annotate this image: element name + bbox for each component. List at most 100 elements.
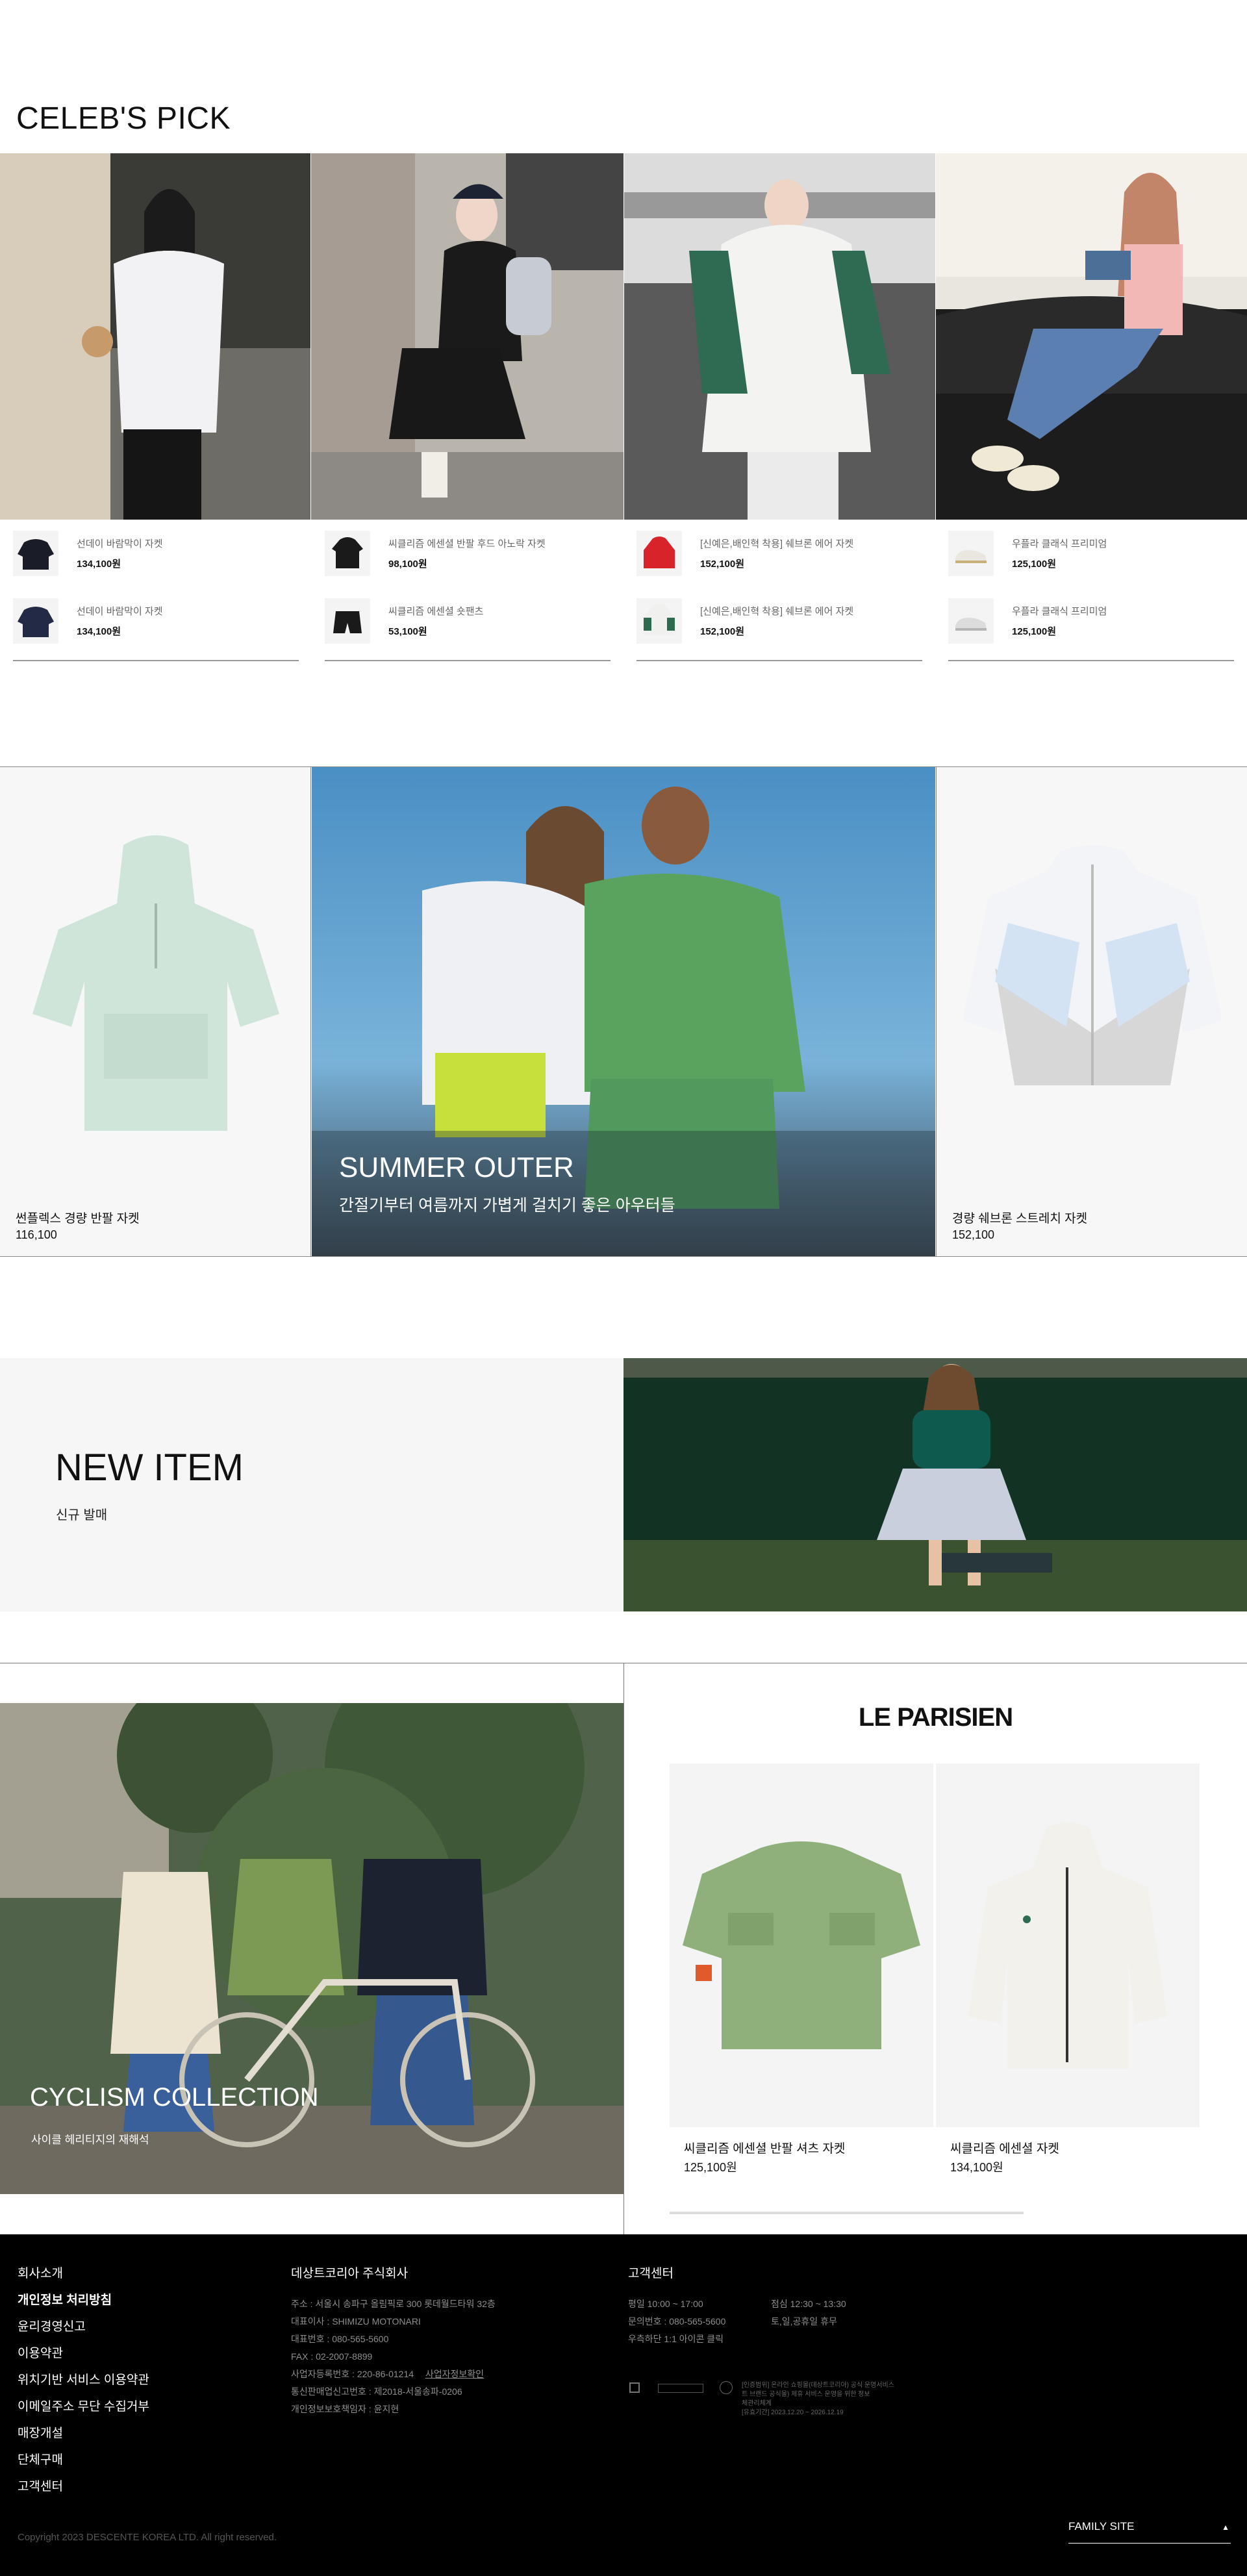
product-price: 125,100원 (1012, 626, 1057, 637)
le-parisien-product-2[interactable]: 씨클리즘 에센셜 자켓 134,100원 (936, 1763, 1200, 2174)
footer-links: 회사소개 개인정보 처리방침 윤리경영신고 이용약관 위치기반 서비스 이용약관… (18, 2264, 149, 2503)
product-thumbnail[interactable] (325, 531, 370, 576)
company-ceo: 대표이사 : SHIMIZU MOTONARI (291, 2316, 421, 2327)
footer-link-email-refusal[interactable]: 이메일주소 무단 수집거부 (18, 2397, 149, 2414)
celeb-product-item[interactable]: 씨클리즘 에센셜 반팔 후드 아노락 자켓 98,100원 (325, 520, 611, 587)
summer-hero-title: SUMMER OUTER (339, 1152, 574, 1183)
customer-service: 고객센터 평일 10:00 ~ 17:00 문의번호 : 080-565-560… (628, 2264, 846, 2348)
product-image[interactable] (962, 1822, 1174, 2069)
column-divider (325, 660, 611, 661)
company-biz-number: 사업자등록번호 : 220-86-01214 (291, 2369, 414, 2379)
product-thumbnail[interactable] (13, 531, 58, 576)
product-image[interactable] (956, 839, 1229, 1111)
celeb-product-item[interactable]: 우플라 클래식 프리미엄 125,100원 (948, 587, 1234, 655)
celeb-photo-3[interactable] (624, 153, 935, 520)
product-name[interactable]: [신예은,배인혁 착용] 쉐브론 에어 자켓 (700, 537, 853, 550)
cs-title: 고객센터 (628, 2267, 674, 2280)
celebs-pick-title: CELEB'S PICK (16, 101, 231, 136)
product-name[interactable]: 우플라 클래식 프리미엄 (1012, 604, 1107, 618)
cyclism-title: CYCLISM COLLECTION (30, 2083, 319, 2112)
company-phone: 대표번호 : 080-565-5600 (291, 2334, 389, 2344)
cert-line: [인증범위] 온라인 쇼핑몰(데상트코리아) 공식 운영서비스 (742, 2382, 894, 2389)
cert-line: [유효기간] 2023.12.20 ~ 2026.12.19 (742, 2409, 844, 2416)
company-privacy-officer: 개인정보보호책임자 : 윤지현 (291, 2404, 399, 2414)
summer-outer-section: 썬플렉스 경량 반팔 자켓 116,100 SUMMER OUTER 간절기부터 (0, 766, 1247, 1257)
product-thumbnail[interactable] (948, 598, 994, 644)
product-name[interactable]: 선데이 바람막이 자켓 (77, 604, 163, 618)
product-name[interactable]: 씨클리즘 에센셜 반팔 셔츠 자켓 (684, 2139, 845, 2156)
product-name[interactable]: 경량 쉐브론 스트레치 자켓 (952, 1209, 1087, 1226)
column-divider (948, 660, 1234, 661)
cs-lunch: 점심 12:30 ~ 13:30 (771, 2299, 846, 2309)
cert-line: 체관리체계 (742, 2400, 772, 2407)
summer-hero-banner[interactable]: SUMMER OUTER 간절기부터 여름까지 가볍게 걸치기 좋은 아우터들 (312, 767, 935, 1256)
celeb-product-item[interactable]: 선데이 바람막이 자켓 134,100원 (13, 520, 299, 587)
footer-link-store-open[interactable]: 매장개설 (18, 2423, 149, 2441)
product-name[interactable]: 썬플렉스 경량 반팔 자켓 (16, 1209, 140, 1226)
product-thumbnail[interactable] (13, 598, 58, 644)
celeb-product-item[interactable]: 씨클리즘 에센셜 숏팬츠 53,100원 (325, 587, 611, 655)
product-image[interactable] (26, 832, 286, 1131)
cyclism-subtitle: 사이클 헤리티지의 재해석 (31, 2134, 149, 2146)
celeb-products-col-3: [신예은,배인혁 착용] 쉐브론 에어 자켓 152,100원 [신예은,배인혁… (636, 520, 922, 661)
cs-hours: 평일 10:00 ~ 17:00 (628, 2299, 703, 2309)
product-name[interactable]: 씨클리즘 에센셜 자켓 (950, 2139, 1059, 2156)
family-site-label: FAMILY SITE (1068, 2520, 1135, 2532)
new-item-title: NEW ITEM (55, 1446, 244, 1489)
celeb-product-item[interactable]: 선데이 바람막이 자켓 134,100원 (13, 587, 299, 655)
celeb-photo-4[interactable] (936, 153, 1247, 520)
footer-link-customer-center[interactable]: 고객센터 (18, 2477, 149, 2494)
isms-mark-icon (720, 2381, 733, 2394)
company-name: 데상트코리아 주식회사 (291, 2267, 409, 2280)
product-name[interactable]: 씨클리즘 에센셜 반팔 후드 아노락 자켓 (388, 537, 546, 550)
summer-right-product[interactable]: 경량 쉐브론 스트레치 자켓 152,100 (936, 767, 1247, 1256)
product-name[interactable]: 선데이 바람막이 자켓 (77, 537, 163, 550)
isms-certification-text: [인증범위] 온라인 쇼핑몰(데상트코리아) 공식 운영서비스 트 브랜드 공식… (742, 2381, 894, 2418)
product-name[interactable]: [신예은,배인혁 착용] 쉐브론 에어 자켓 (700, 604, 853, 618)
celeb-product-item[interactable]: [신예은,배인혁 착용] 쉐브론 에어 자켓 152,100원 (636, 587, 922, 655)
column-divider (636, 660, 922, 661)
cyclism-image (0, 1703, 624, 2194)
biz-info-link[interactable]: 사업자정보확인 (425, 2369, 484, 2379)
new-item-image[interactable] (624, 1358, 1247, 1611)
certification-icon[interactable] (629, 2382, 640, 2393)
product-name[interactable]: 씨클리즘 에센셜 숏팬츠 (388, 604, 483, 618)
footer-link-location-terms[interactable]: 위치기반 서비스 이용약관 (18, 2370, 149, 2388)
footer-link-group-purchase[interactable]: 단체구매 (18, 2450, 149, 2468)
celeb-photo-1[interactable] (0, 153, 310, 520)
celeb-product-item[interactable]: [신예은,배인혁 착용] 쉐브론 에어 자켓 152,100원 (636, 520, 922, 587)
summer-left-product[interactable]: 썬플렉스 경량 반팔 자켓 116,100 (0, 767, 311, 1256)
footer-link-terms[interactable]: 이용약관 (18, 2343, 149, 2361)
product-image[interactable] (683, 1835, 920, 2056)
new-item-panel[interactable]: NEW ITEM 신규 발매 (0, 1358, 624, 1611)
family-site-select[interactable]: FAMILY SITE ▲ (1068, 2519, 1231, 2544)
le-parisien-product-1[interactable]: 씨클리즘 에센셜 반팔 셔츠 자켓 125,100원 (670, 1763, 933, 2174)
le-parisien-title: LE PARISIEN (858, 1703, 1013, 1732)
product-thumbnail[interactable] (636, 531, 682, 576)
product-price: 134,100원 (77, 626, 121, 637)
product-thumbnail[interactable] (948, 531, 994, 576)
product-thumbnail[interactable] (636, 598, 682, 644)
celeb-product-item[interactable]: 우플라 클래식 프리미엄 125,100원 (948, 520, 1234, 587)
product-price: 134,100원 (77, 559, 121, 570)
cyclism-banner[interactable]: CYCLISM COLLECTION 사이클 헤리티지의 재해석 (0, 1703, 624, 2194)
column-divider (13, 660, 299, 661)
footer-link-privacy[interactable]: 개인정보 처리방침 (18, 2290, 149, 2308)
company-ecommerce-number: 통신판매업신고번호 : 제2018-서울송파-0206 (291, 2386, 462, 2397)
celeb-photo-2[interactable] (311, 153, 624, 520)
product-price: 98,100원 (388, 559, 427, 570)
cs-closed: 토,일,공휴일 휴무 (771, 2316, 837, 2327)
carousel-progress[interactable] (670, 2212, 1024, 2214)
cert-line: 트 브랜드 공식몰) 제휴 서비스 운영을 위한 정보 (742, 2391, 870, 2398)
footer-link-ethics[interactable]: 윤리경영신고 (18, 2317, 149, 2334)
summer-hero-subtitle: 간절기부터 여름까지 가볍게 걸치기 좋은 아우터들 (339, 1196, 675, 1215)
product-name[interactable]: 우플라 클래식 프리미엄 (1012, 537, 1107, 550)
company-address: 주소 : 서울시 송파구 올림픽로 300 롯데월드타워 32층 (291, 2299, 496, 2309)
product-price: 152,100 (952, 1228, 995, 1241)
product-price: 125,100원 (1012, 559, 1057, 570)
security-badge-icon (658, 2384, 703, 2393)
product-thumbnail[interactable] (325, 598, 370, 644)
footer-link-company[interactable]: 회사소개 (18, 2264, 149, 2281)
product-price: 125,100원 (684, 2161, 737, 2174)
copyright: Copyright 2023 DESCENTE KOREA LTD. All r… (18, 2532, 277, 2543)
